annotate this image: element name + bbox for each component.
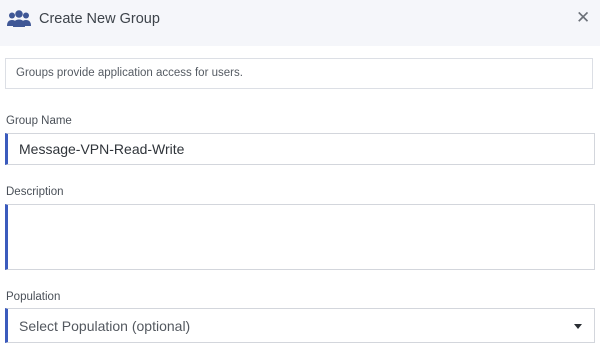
info-banner: Groups provide application access for us… bbox=[5, 58, 593, 89]
population-label: Population bbox=[6, 291, 61, 303]
group-name-input[interactable]: Message-VPN-Read-Write bbox=[5, 133, 595, 165]
description-textarea[interactable] bbox=[5, 204, 595, 270]
users-group-icon bbox=[6, 9, 32, 29]
population-placeholder: Select Population (optional) bbox=[19, 318, 191, 334]
dialog-title: Create New Group bbox=[39, 11, 160, 27]
group-name-value: Message-VPN-Read-Write bbox=[19, 141, 185, 157]
close-icon[interactable]: ✕ bbox=[576, 9, 590, 27]
chevron-down-icon[interactable] bbox=[574, 324, 582, 329]
dialog-header: Create New Group ✕ bbox=[0, 0, 600, 46]
population-select[interactable]: Select Population (optional) bbox=[5, 308, 595, 343]
group-name-label: Group Name bbox=[6, 115, 72, 127]
description-label: Description bbox=[6, 186, 64, 198]
